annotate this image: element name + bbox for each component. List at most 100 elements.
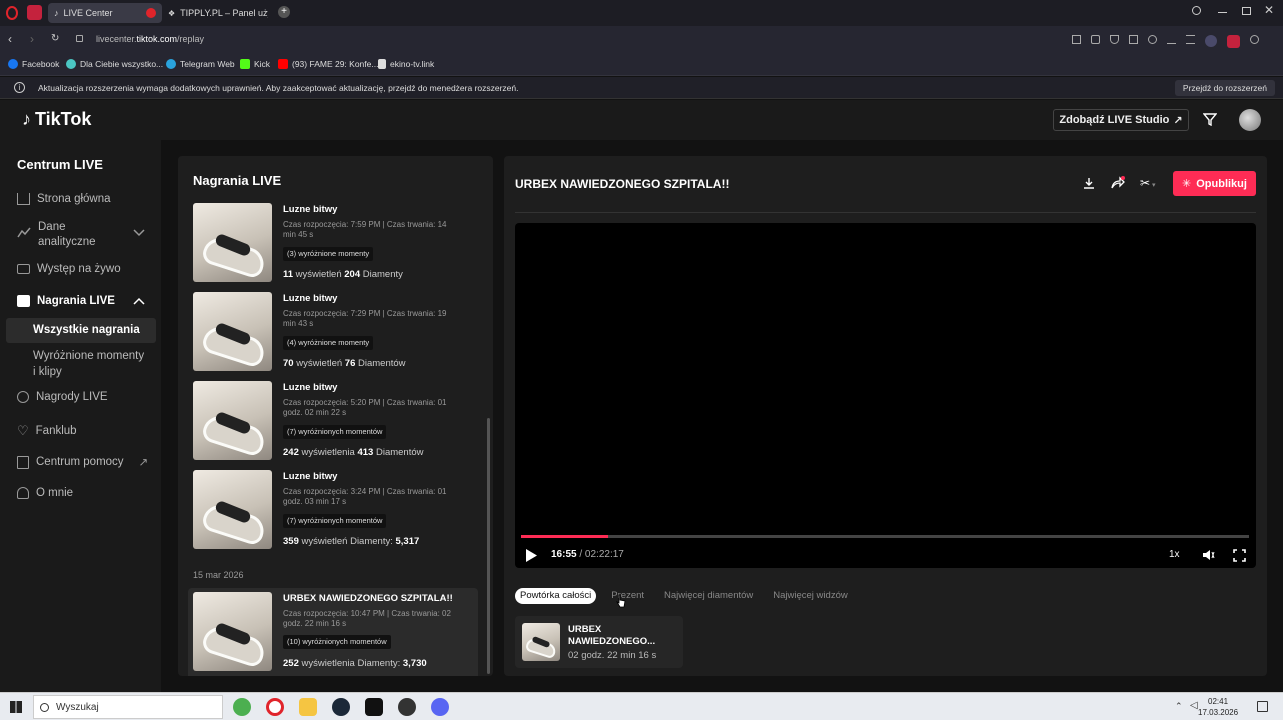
opera-menu-icon[interactable] [6,6,18,20]
taskbar-search[interactable]: Wyszukaj [33,695,223,719]
play-button[interactable] [526,549,537,562]
filter-icon[interactable] [1203,112,1217,126]
scissors-icon[interactable]: ✂ ▾ [1140,176,1156,190]
tab-most-diamonds[interactable]: Najwięcej diamentów [659,588,758,604]
avatar[interactable] [1239,109,1261,131]
search-tabs-icon[interactable] [1192,6,1201,15]
download-icon[interactable] [1167,35,1176,44]
recording-item[interactable]: Luzne bitwy Czas rozpoczęcia: 7:59 PM | … [193,203,478,287]
url-field[interactable]: livecenter.tiktok.com/replay [96,34,204,44]
clip-thumbnail [522,623,560,661]
taskbar-clock[interactable]: 02:41 17.03.2026 [1198,696,1238,718]
bookmark-facebook[interactable]: Facebook [8,59,59,69]
recording-meta-line: godz. 02 min 22 s [283,408,347,417]
bookmark-kick[interactable]: Kick [240,59,270,69]
snapshot-icon[interactable] [1072,35,1081,44]
bookmark-ekino[interactable]: ekino-tv.link [378,59,434,69]
bookmark-fame[interactable]: (93) FAME 29: Konfe... [278,59,378,69]
maximize-button[interactable] [1242,7,1251,15]
tab-full-replay[interactable]: Powtórka całości [515,588,597,604]
playback-speed-button[interactable]: 1x [1169,549,1180,560]
new-tab-button[interactable]: + [278,6,290,18]
recording-meta-line: min 43 s [283,319,314,328]
back-icon[interactable]: ‹ [8,32,12,46]
windows-start-icon[interactable] [10,701,22,713]
heart-icon[interactable] [1148,35,1157,44]
play-icon[interactable] [1129,35,1138,44]
diamonds-count: 3,730 [402,658,427,669]
recording-item[interactable]: Luzne bitwy Czas rozpoczęcia: 7:29 PM | … [193,292,478,376]
sidebar-item-home[interactable]: Strona główna [17,193,111,205]
sidebar-item-help-center[interactable]: Centrum pomocy ↗ [17,455,148,469]
opera-icon[interactable] [266,698,284,716]
recording-item[interactable]: Luzne bitwy Czas rozpoczęcia: 3:24 PM | … [193,470,478,554]
bookmark-dla-ciebie[interactable]: Dla Ciebie wszystko... [66,59,163,69]
tab-tipply[interactable]: ❖ TIPPLY.PL – Panel użytkow [162,3,274,23]
recording-item[interactable]: Luzne bitwy Czas rozpoczęcia: 5:20 PM | … [193,381,478,465]
download-icon[interactable] [1083,177,1095,190]
chevron-up-icon[interactable] [133,297,145,305]
sidebar-item-label: Strona główna [37,193,111,205]
sidebar-item-live-rewards[interactable]: Nagrody LIVE [17,391,108,403]
scrollbar[interactable] [487,418,490,674]
obs-icon[interactable] [398,698,416,716]
steam-icon[interactable] [332,698,350,716]
sidebar-subitem-all-recordings[interactable]: Wszystkie nagrania [33,324,140,336]
user-icon [17,487,29,499]
sidebar-item-go-live[interactable]: Występ na żywo [17,263,121,275]
lock-icon [76,35,83,42]
telegram-icon [166,59,176,69]
reload-icon[interactable]: ↻ [51,33,59,44]
tab-gift[interactable]: Prezent [606,588,649,604]
menu-icon[interactable] [1186,35,1195,44]
shield-icon[interactable] [1110,35,1119,44]
profile-icon[interactable] [1205,35,1217,47]
heart-badge-icon [146,8,156,18]
tab-most-viewers[interactable]: Najwięcej widzów [768,588,852,604]
sidebar-item-fanclub[interactable]: ♡ Fanklub [17,423,77,439]
app-icon-green[interactable] [233,698,251,716]
fullscreen-icon[interactable] [1233,549,1246,562]
notification-icon[interactable] [1257,701,1268,712]
camera-icon[interactable] [1091,35,1100,44]
discord-icon[interactable] [431,698,449,716]
tiktok-app-icon[interactable] [365,698,383,716]
browser-address-bar: ‹ › ↻ livecenter.tiktok.com/replay [0,26,1283,54]
tiktok-logo[interactable]: ♪ TikTok [22,109,91,130]
file-explorer-icon[interactable] [299,698,317,716]
bookmark-label: Telegram Web [180,59,235,69]
share-icon[interactable] [1111,176,1125,189]
recording-item-selected[interactable]: URBEX NAWIEDZONEGO SZPITALA!! Czas rozpo… [188,588,478,676]
sidebar-subitem-highlights[interactable]: Wyróżnione momenty i klipy [33,348,144,380]
sidebar-item-label: Występ na żywo [37,263,121,275]
tray-chevron-icon[interactable]: ⌃ [1175,701,1183,712]
volume-icon[interactable] [1202,549,1215,561]
sidebar-item-analytics[interactable]: Dane analityczne [17,220,96,250]
facebook-icon [8,59,18,69]
pinned-tab-icon[interactable] [27,5,42,20]
go-to-extensions-button[interactable]: Przejdź do rozszerzeń [1174,80,1275,96]
settings-icon[interactable] [1250,35,1259,44]
sidebar-item-live-recordings[interactable]: Nagrania LIVE [17,295,115,307]
close-window-button[interactable]: ✕ [1264,3,1274,17]
bookmark-telegram[interactable]: Telegram Web [166,59,235,69]
sidebar-item-about-me[interactable]: O mnie [17,487,73,499]
video-player[interactable]: 16:55 / 02:22:17 1x [515,223,1256,568]
chevron-down-icon[interactable] [133,229,145,237]
tab-live-center[interactable]: ♪ LIVE Center [48,3,162,23]
windows-taskbar: Wyszukaj ⌃ ◁ 02:41 17.03.2026 [0,692,1283,720]
extension-icon[interactable] [1227,35,1240,48]
recording-meta-line: min 45 s [283,230,314,239]
progress-bar[interactable] [521,535,1249,538]
forward-icon[interactable]: › [30,32,34,46]
recording-meta-line: Czas rozpoczęcia: 7:59 PM | Czas trwania… [283,220,447,229]
recording-title: Luzne bitwy [283,204,338,215]
get-live-studio-button[interactable]: Zdobądź LIVE Studio ↗ [1053,109,1189,131]
minimize-button[interactable] [1218,12,1227,13]
publish-button[interactable]: ✳ Opublikuj [1173,171,1256,196]
speaker-icon[interactable]: ◁ [1190,700,1198,711]
clip-card[interactable]: URBEX NAWIEDZONEGO... 02 godz. 22 min 16… [515,616,683,668]
youtube-icon [278,59,288,69]
recording-title: Luzne bitwy [283,382,338,393]
recording-meta: Czas rozpoczęcia: 5:20 PM | Czas trwania… [283,398,463,418]
